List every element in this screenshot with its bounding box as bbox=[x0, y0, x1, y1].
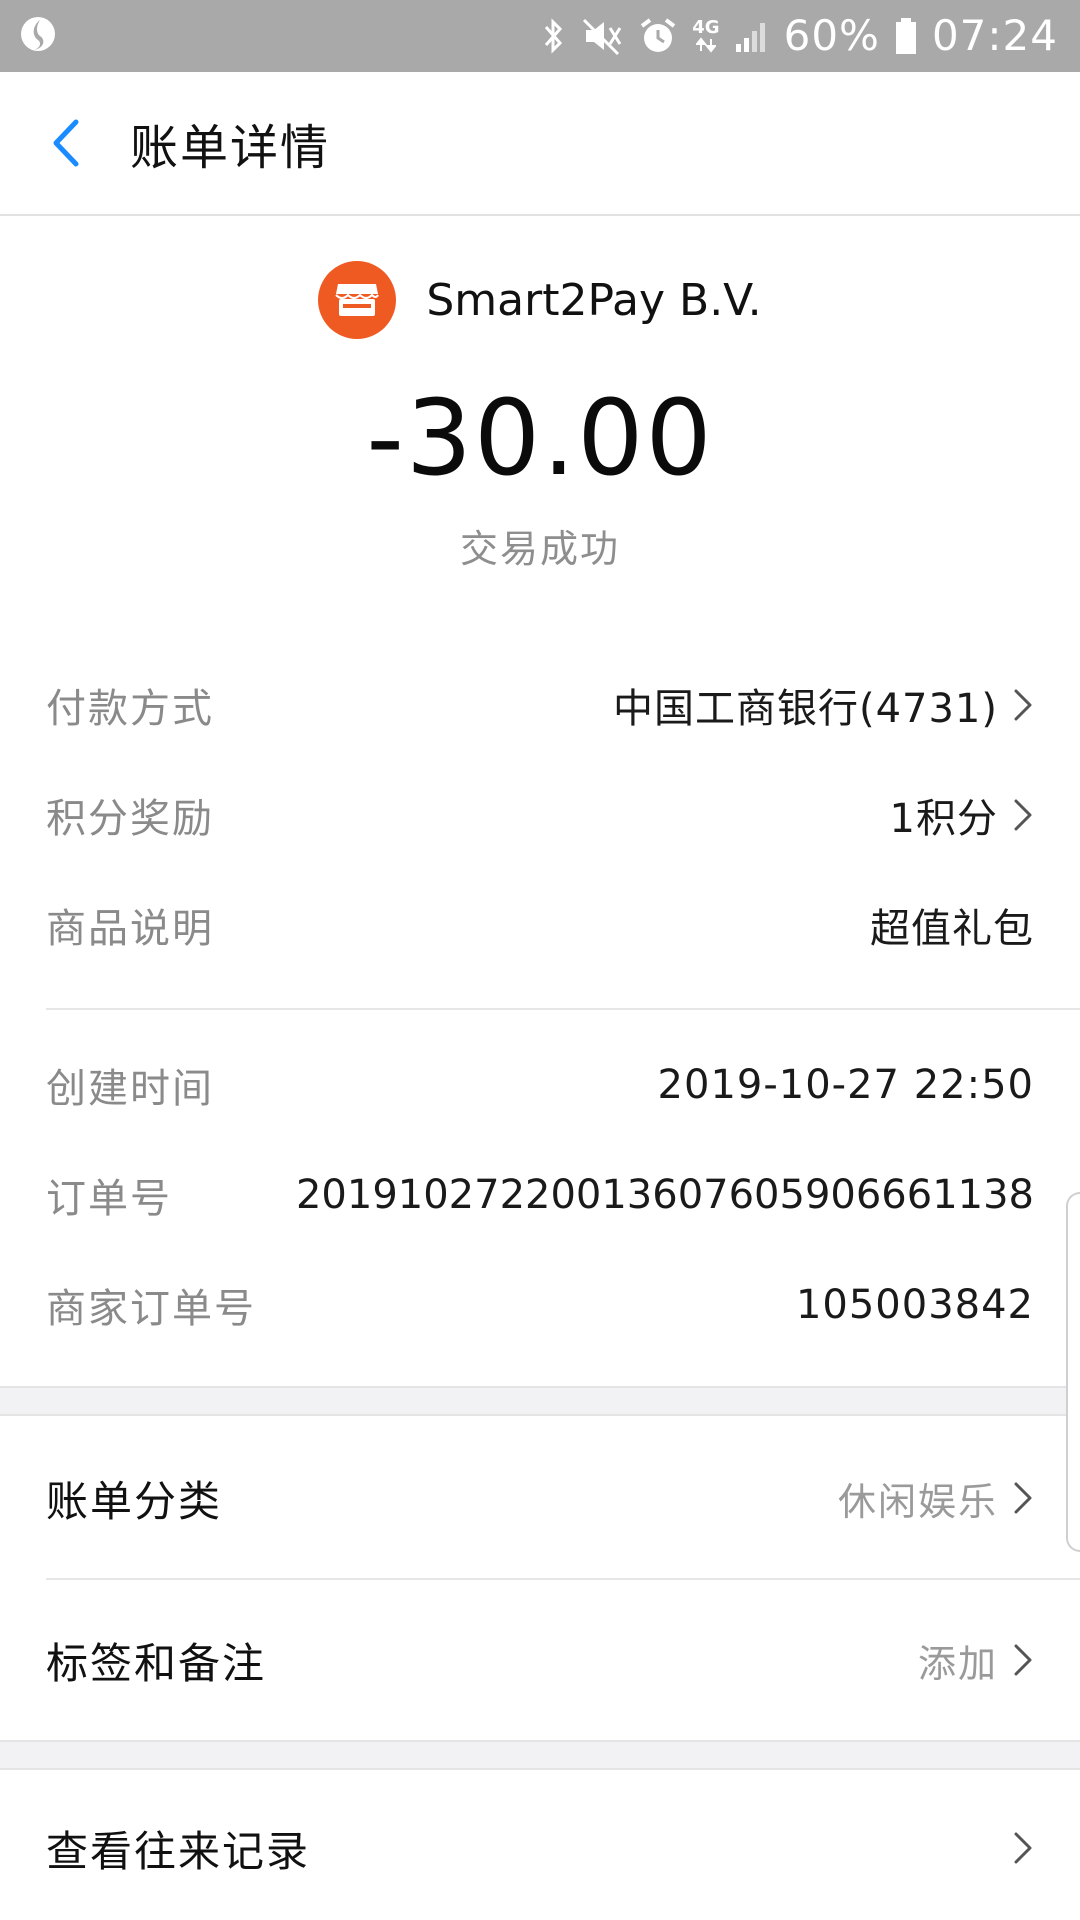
product-value: 超值礼包 bbox=[870, 906, 1034, 952]
status-right: 4G 60% 07:24 bbox=[540, 15, 1058, 57]
network-label: 4G bbox=[692, 17, 720, 38]
screen: 4G 60% 07:24 账单详情 Smart2Pay B.V. -30.00 … bbox=[0, 0, 1080, 1920]
detail-row-points[interactable]: 积分奖励 1积分 bbox=[46, 760, 1034, 870]
detail-label: 商家订单号 bbox=[46, 1286, 256, 1332]
payment-method-value: 中国工商银行(4731) bbox=[612, 686, 998, 732]
detail-value-wrap: 添加 bbox=[918, 1633, 1034, 1688]
bluetooth-icon bbox=[540, 16, 568, 56]
bill-category-row[interactable]: 账单分类 休闲娱乐 bbox=[46, 1418, 1034, 1578]
detail-value-wrap: 休闲娱乐 bbox=[838, 1471, 1034, 1526]
section-gap bbox=[0, 1740, 1080, 1770]
detail-row-payment-method[interactable]: 付款方式 中国工商银行(4731) bbox=[46, 650, 1034, 760]
store-icon bbox=[335, 284, 380, 316]
detail-label: 创建时间 bbox=[46, 1066, 214, 1112]
merchant-logo bbox=[318, 261, 397, 339]
chevron-right-icon bbox=[1014, 799, 1032, 831]
divider bbox=[46, 1008, 1080, 1010]
back-button[interactable] bbox=[0, 71, 130, 215]
section-gap bbox=[0, 1386, 1080, 1416]
status-left bbox=[18, 14, 58, 58]
alarm-icon bbox=[638, 16, 678, 56]
tags-notes-row[interactable]: 标签和备注 添加 bbox=[46, 1580, 1034, 1740]
history-label: 查看往来记录 bbox=[46, 1826, 311, 1876]
signal-icon bbox=[734, 16, 770, 56]
battery-icon bbox=[894, 16, 918, 56]
clock: 07:24 bbox=[931, 11, 1058, 60]
battery-percent: 60% bbox=[783, 11, 880, 60]
detail-row-merchant-order-number: 商家订单号 105003842 bbox=[46, 1250, 1034, 1360]
tags-notes-label: 标签和备注 bbox=[46, 1638, 267, 1688]
bill-category-label: 账单分类 bbox=[46, 1476, 223, 1526]
transaction-summary: Smart2Pay B.V. -30.00 交易成功 bbox=[0, 218, 1080, 608]
detail-value-wrap: 1积分 bbox=[890, 786, 1034, 844]
history-row[interactable]: 查看往来记录 bbox=[46, 1768, 1034, 1920]
detail-row-order-number: 订单号 20191027220013607605906661138 bbox=[46, 1140, 1034, 1250]
back-arrow-icon bbox=[53, 119, 79, 167]
detail-label: 积分奖励 bbox=[46, 796, 214, 842]
edge-panel-handle[interactable] bbox=[1066, 1192, 1080, 1552]
detail-row-product: 商品说明 超值礼包 bbox=[46, 870, 1034, 980]
app-notification-icon bbox=[18, 14, 58, 58]
bill-category-value: 休闲娱乐 bbox=[837, 1479, 998, 1524]
page-title: 账单详情 bbox=[130, 120, 331, 176]
detail-label: 商品说明 bbox=[46, 906, 214, 952]
tags-notes-value: 添加 bbox=[917, 1641, 998, 1686]
data-arrows-icon bbox=[695, 37, 716, 53]
detail-row-created-time: 创建时间 2019-10-27 22:50 bbox=[46, 1030, 1034, 1140]
detail-value-wrap: 中国工商银行(4731) bbox=[613, 676, 1034, 734]
created-time-value: 2019-10-27 22:50 bbox=[657, 1062, 1034, 1108]
chevron-right-icon bbox=[1014, 1482, 1032, 1514]
chevron-right-icon bbox=[1014, 1832, 1032, 1864]
order-number-value: 20191027220013607605906661138 bbox=[295, 1172, 1034, 1218]
header: 账单详情 bbox=[0, 72, 1080, 216]
mute-icon bbox=[582, 16, 624, 56]
chevron-right-icon bbox=[1014, 689, 1032, 721]
chevron-right-icon bbox=[1014, 1644, 1032, 1676]
transaction-status: 交易成功 bbox=[459, 527, 620, 571]
merchant-row: Smart2Pay B.V. bbox=[0, 260, 1080, 340]
merchant-order-number-value: 105003842 bbox=[795, 1282, 1034, 1328]
status-bar: 4G 60% 07:24 bbox=[0, 0, 1080, 72]
detail-label: 订单号 bbox=[46, 1176, 172, 1222]
merchant-name: Smart2Pay B.V. bbox=[426, 274, 762, 326]
points-value: 1积分 bbox=[889, 796, 998, 842]
detail-label: 付款方式 bbox=[46, 686, 214, 732]
network-type: 4G bbox=[692, 17, 720, 53]
transaction-amount: -30.00 bbox=[366, 377, 714, 499]
